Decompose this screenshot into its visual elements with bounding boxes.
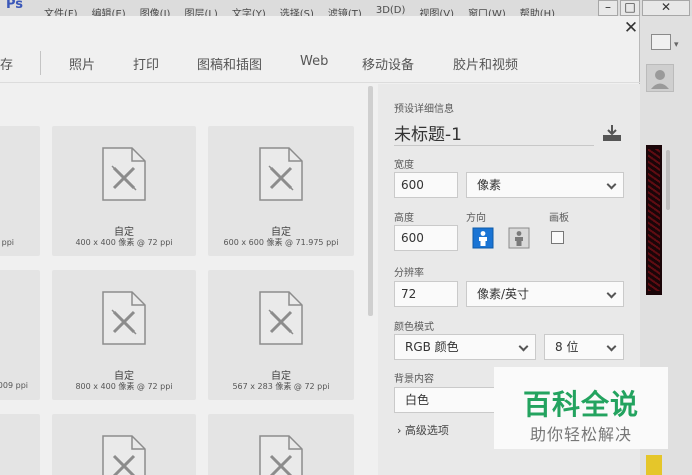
presets-scrollbar[interactable]: [368, 86, 373, 316]
tab-divider: [40, 51, 41, 75]
dialog-close-button[interactable]: ✕: [622, 18, 640, 38]
watermark-subtitle: 助你轻松解决: [529, 425, 632, 444]
tab-photo[interactable]: 照片: [69, 54, 95, 73]
tab-film-video[interactable]: 胶片和视频: [453, 54, 518, 73]
preset-card[interactable]: [0, 414, 40, 475]
artboard-label: 画板: [549, 213, 569, 224]
color-mode-value: RGB 颜色: [405, 340, 459, 354]
height-input[interactable]: 600: [394, 225, 458, 251]
tab-saved[interactable]: 存: [0, 54, 13, 73]
tab-mobile[interactable]: 移动设备: [362, 54, 414, 73]
preset-dims: 567 x 283 像素 @ 72 ppi: [232, 382, 330, 391]
tab-print[interactable]: 打印: [133, 54, 159, 73]
artboard-checkbox[interactable]: [551, 231, 564, 244]
tabs-divider: [0, 82, 640, 83]
document-icon: [102, 147, 146, 201]
status-strip: [646, 455, 662, 475]
minimize-button[interactable]: –: [598, 0, 618, 16]
resolution-label: 分辨率: [394, 268, 424, 279]
portrait-orientation-icon[interactable]: [472, 227, 494, 249]
color-mode-label: 颜色模式: [394, 322, 434, 333]
preset-name: 自定: [114, 227, 134, 238]
chevron-down-icon: [606, 288, 617, 299]
tab-web[interactable]: Web: [300, 54, 328, 69]
background-value: 白色: [405, 393, 430, 407]
resolution-input[interactable]: 72: [394, 281, 458, 307]
preset-card[interactable]: 自定 800 x 400 像素 @ 72 ppi: [52, 270, 196, 400]
watermark-title: 百科全说: [522, 388, 639, 421]
preset-card[interactable]: 2 ppi: [0, 126, 40, 256]
avatar[interactable]: [646, 64, 674, 92]
document-thumbnail: [646, 145, 662, 295]
preset-dims: 400 x 400 像素 @ 72 ppi: [75, 238, 173, 247]
document-name-field[interactable]: 未标题-1: [394, 120, 462, 145]
app-menubar: Ps 文件(F) 编辑(E) 图像(I) 图层(L) 文字(Y) 选择(S) 滤…: [0, 0, 692, 20]
title-underline: [394, 145, 594, 146]
resolution-unit-value: 像素/英寸: [477, 287, 530, 301]
width-input[interactable]: 600: [394, 172, 458, 198]
preset-dims: 600 x 600 像素 @ 71.975 ppi: [223, 238, 339, 247]
document-icon: [259, 147, 303, 201]
document-icon: [259, 291, 303, 345]
document-icon: [102, 435, 146, 475]
landscape-orientation-icon[interactable]: [508, 227, 530, 249]
preset-card[interactable]: 自定 400 x 400 像素 @ 72 ppi: [52, 126, 196, 256]
advanced-options-toggle[interactable]: › 高级选项: [397, 422, 449, 438]
chevron-down-icon[interactable]: ▾: [674, 40, 679, 50]
resolution-unit-select[interactable]: 像素/英寸: [466, 281, 624, 307]
bit-depth-select[interactable]: 8 位: [544, 334, 624, 360]
document-icon: [259, 435, 303, 475]
save-preset-icon[interactable]: [602, 124, 622, 142]
preset-dims: 800 x 400 像素 @ 72 ppi: [75, 382, 173, 391]
preset-dims: 2 ppi: [0, 238, 14, 247]
width-label: 宽度: [394, 160, 414, 171]
preset-card[interactable]: 009 ppi: [0, 270, 40, 400]
preset-card[interactable]: 自定 600 x 600 像素 @ 71.975 ppi: [208, 126, 354, 256]
preset-name: 自定: [114, 371, 134, 382]
background-label: 背景内容: [394, 374, 434, 385]
chevron-down-icon: [518, 341, 529, 352]
panel-scrollbar[interactable]: [666, 150, 670, 210]
watermark: 百科全说 助你轻松解决: [494, 367, 668, 449]
width-unit-value: 像素: [477, 178, 502, 192]
orientation-label: 方向: [466, 213, 486, 224]
details-header: 预设详细信息: [394, 104, 454, 115]
chevron-down-icon: [606, 341, 617, 352]
preset-dims: 009 ppi: [0, 381, 28, 390]
document-icon: [102, 291, 146, 345]
chevron-down-icon: [606, 179, 617, 190]
height-label: 高度: [394, 213, 414, 224]
preset-grid: 2 ppi 自定 400 x 400 像素 @ 72 ppi 自定 600 x …: [0, 84, 366, 475]
preset-card[interactable]: [208, 414, 354, 475]
maximize-button[interactable]: □: [620, 0, 640, 16]
preset-name: 自定: [271, 371, 291, 382]
width-unit-select[interactable]: 像素: [466, 172, 624, 198]
color-mode-select[interactable]: RGB 颜色: [394, 334, 536, 360]
bit-depth-value: 8 位: [555, 340, 579, 354]
app-close-button[interactable]: ✕: [642, 0, 690, 16]
photoshop-logo: Ps: [6, 0, 24, 12]
preset-name: 自定: [271, 227, 291, 238]
user-icon: [651, 70, 669, 89]
tab-art-illustration[interactable]: 图稿和插图: [197, 54, 262, 73]
preset-card[interactable]: 自定 567 x 283 像素 @ 72 ppi: [208, 270, 354, 400]
panel-layout-icon[interactable]: [651, 34, 671, 50]
preset-card[interactable]: [52, 414, 196, 475]
